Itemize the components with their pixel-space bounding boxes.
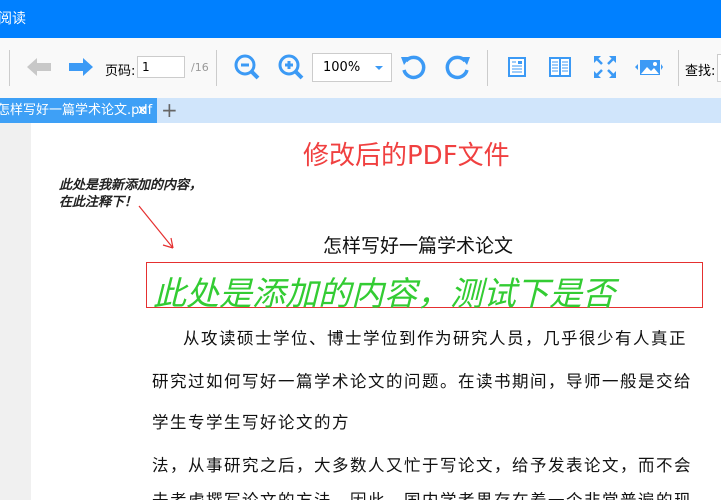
inserted-text-box[interactable]: 此处是添加的内容，测试下是否 bbox=[146, 262, 703, 313]
divider bbox=[216, 50, 217, 86]
divider bbox=[9, 50, 10, 86]
close-tab-icon[interactable]: × bbox=[137, 98, 148, 123]
find-label: 查找: bbox=[685, 64, 716, 79]
rotate-right-icon[interactable] bbox=[443, 52, 473, 82]
page-number-input[interactable]: 1 bbox=[137, 56, 185, 78]
chevron-down-icon bbox=[375, 66, 383, 70]
single-page-icon[interactable] bbox=[502, 52, 532, 82]
document-title: 怎样写好一篇学术论文 bbox=[323, 235, 514, 257]
paragraph-line: 从攻读硕士学位、博士学位到作为研究人员，几乎很少有人真正 bbox=[183, 329, 687, 348]
inserted-text: 此处是添加的内容，测试下是否 bbox=[153, 274, 615, 313]
page-total: /16 bbox=[191, 61, 209, 74]
add-tab-button[interactable]: + bbox=[161, 98, 178, 122]
app-title: 阅读 bbox=[0, 11, 26, 27]
previous-page-icon[interactable] bbox=[24, 52, 54, 82]
toolbar: 页码: 1 /16 100% 查找: bbox=[0, 38, 721, 98]
page-label: 页码: bbox=[105, 64, 136, 79]
rotate-left-icon[interactable] bbox=[398, 52, 428, 82]
pdf-page: 修改后的PDF文件 此处是我新添加的内容，在此注释下！ 怎样写好一篇学术论文 此… bbox=[31, 123, 721, 500]
divider bbox=[487, 50, 488, 86]
annotation-arrow-icon bbox=[138, 205, 174, 249]
divider bbox=[678, 50, 679, 86]
paragraph-line: 研究过如何写好一篇学术论文的问题。在读书期间，导师一般是交给 bbox=[152, 372, 692, 391]
title-bar: 阅读 bbox=[0, 0, 721, 38]
find-input[interactable] bbox=[717, 54, 721, 82]
zoom-value: 100% bbox=[323, 60, 361, 75]
fullscreen-icon[interactable] bbox=[590, 52, 620, 82]
zoom-out-icon[interactable] bbox=[232, 52, 262, 82]
tab-bar: 怎样写好一篇学术论文.pdf × + bbox=[0, 98, 721, 123]
paragraph-line: 学生专学生写好论文的方 bbox=[152, 413, 350, 432]
paragraph-line: 法，从事研究之后，大多数人又忙于写论文，给予发表论文，而不会 bbox=[152, 456, 692, 475]
paragraph-line: 去考虑撰写论文的方法。因此，国内学者界存在着一个非常普遍的现 bbox=[152, 487, 692, 500]
tab-label: 怎样写好一篇学术论文.pdf bbox=[0, 103, 153, 118]
image-icon[interactable] bbox=[634, 52, 664, 82]
side-panel bbox=[0, 123, 31, 500]
zoom-in-icon[interactable] bbox=[276, 52, 306, 82]
tab-document[interactable]: 怎样写好一篇学术论文.pdf × bbox=[0, 98, 157, 123]
next-page-icon[interactable] bbox=[66, 52, 96, 82]
zoom-select[interactable]: 100% bbox=[312, 53, 392, 82]
two-page-icon[interactable] bbox=[545, 52, 575, 82]
page-heading: 修改后的PDF文件 bbox=[303, 141, 510, 171]
